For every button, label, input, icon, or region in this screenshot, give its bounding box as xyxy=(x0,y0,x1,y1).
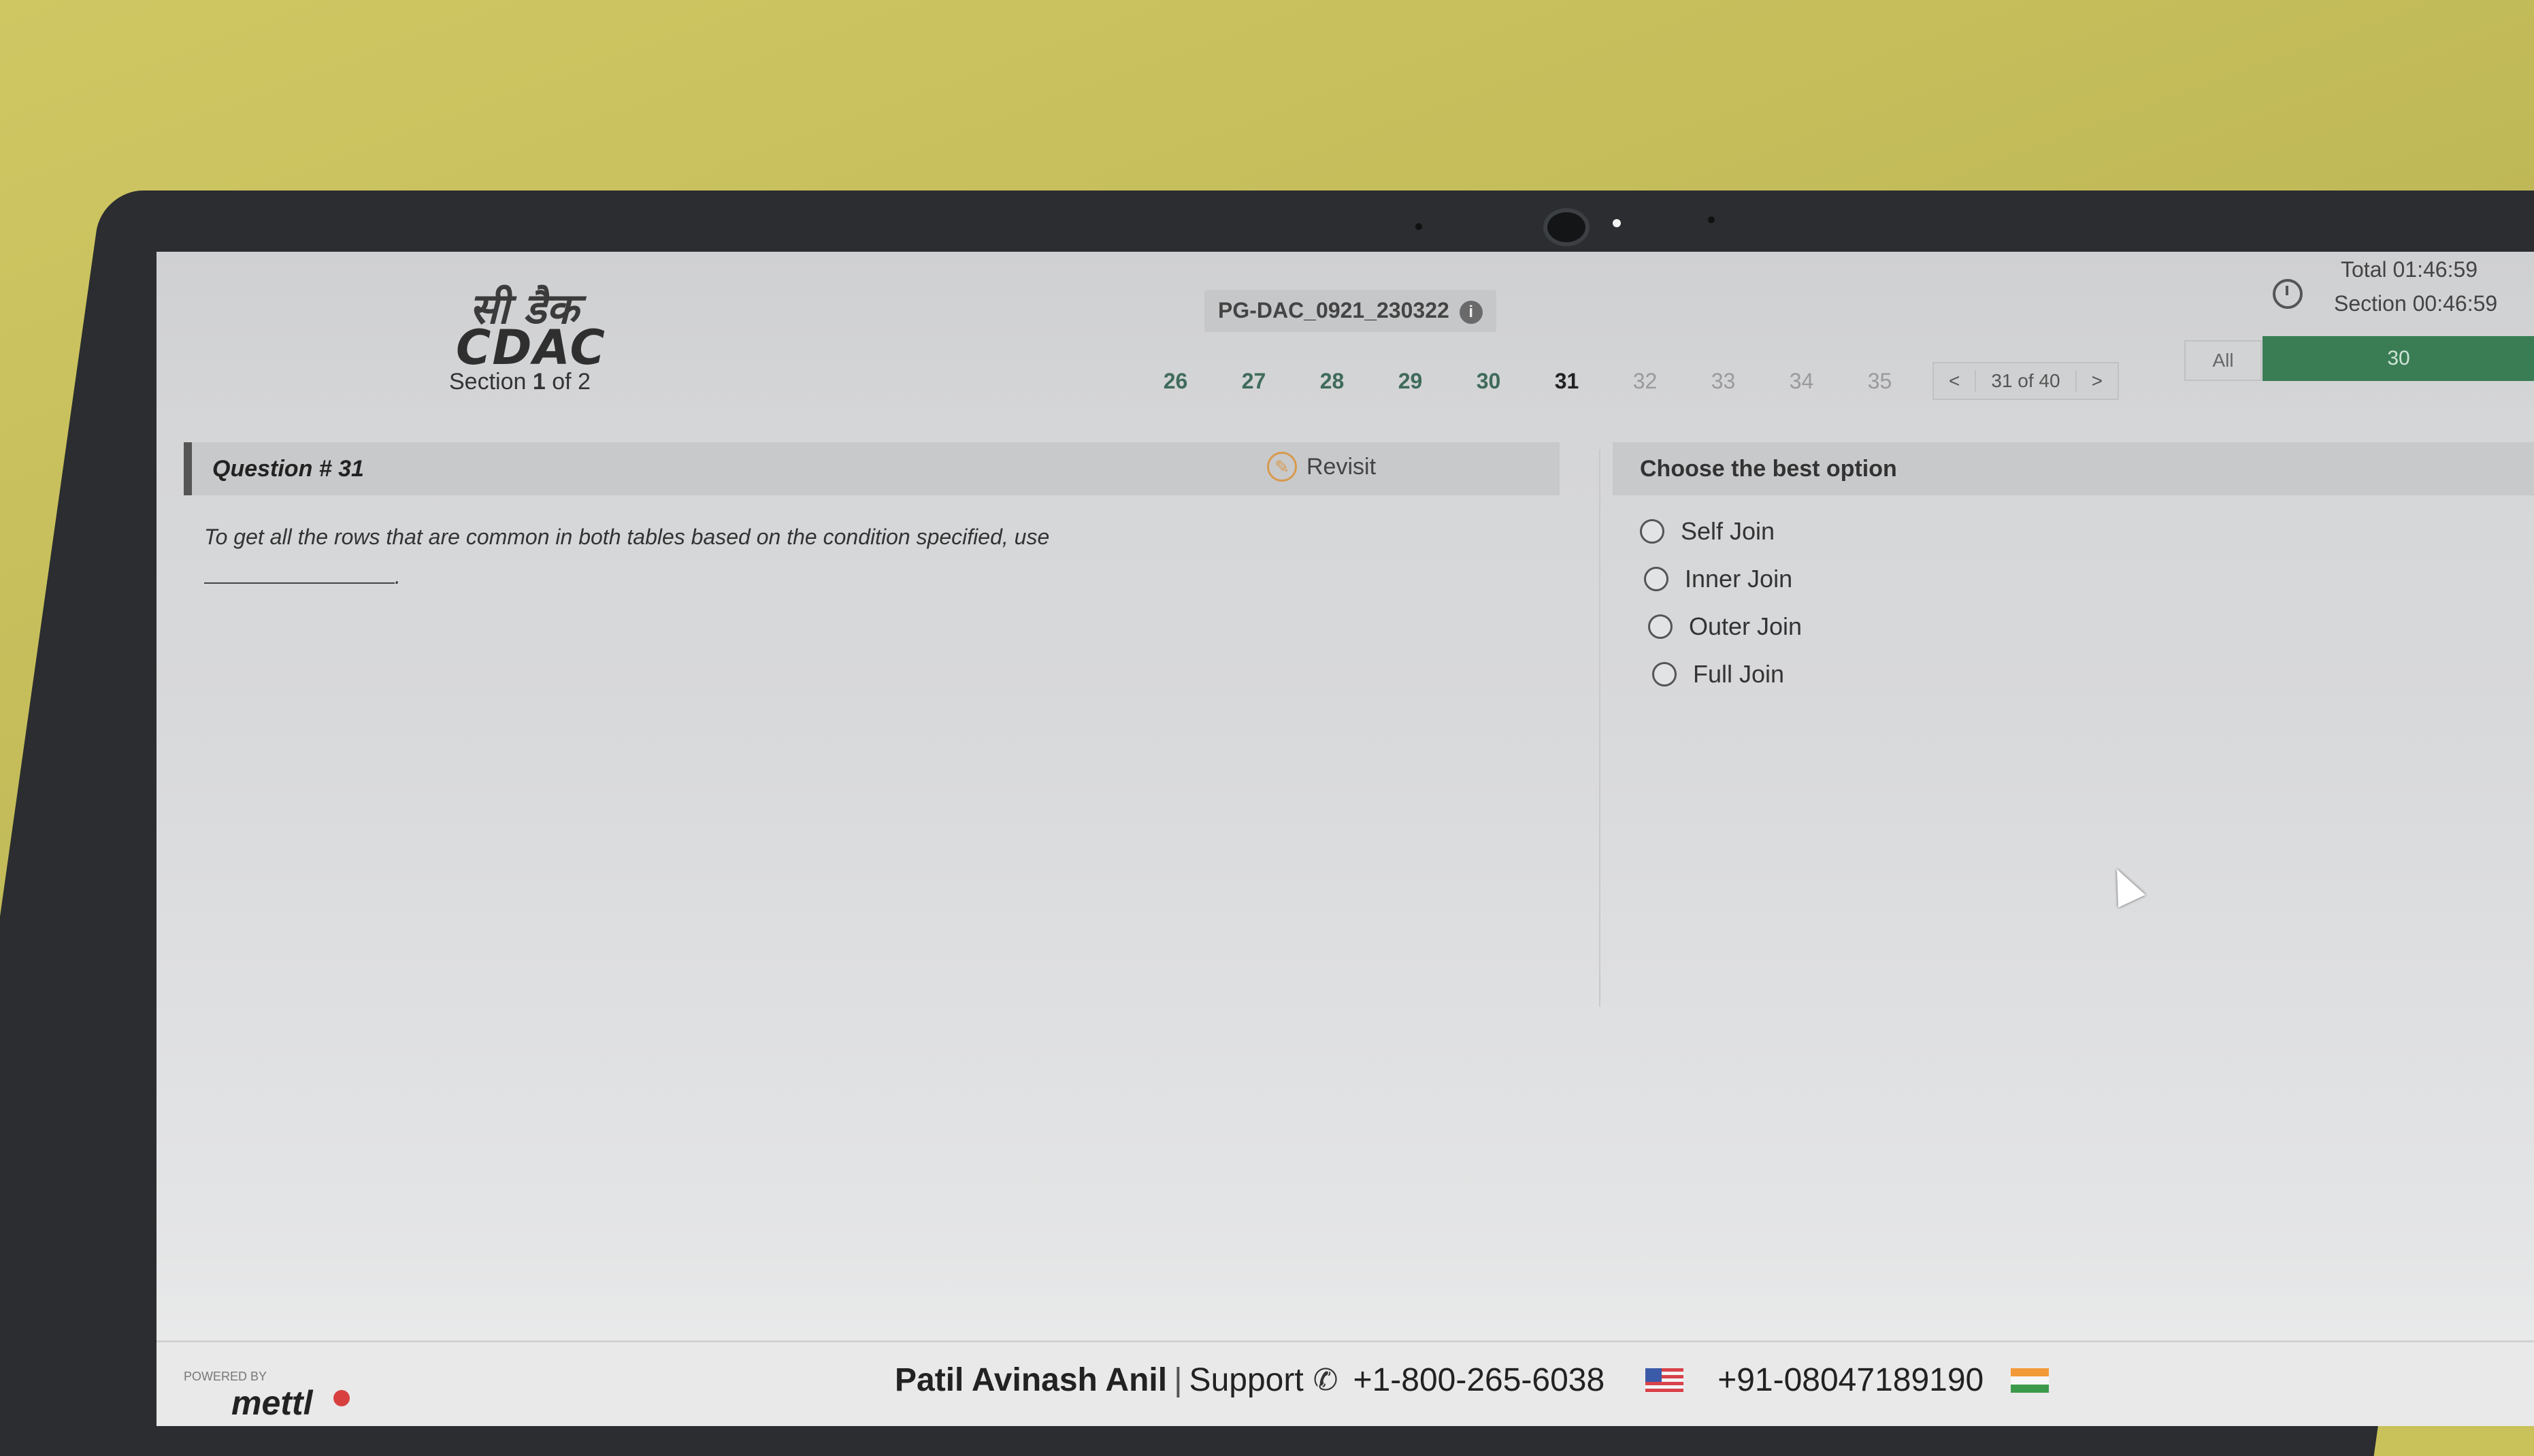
revisit-button[interactable]: ✎ Revisit xyxy=(1267,452,1376,482)
question-link-33[interactable]: 33 xyxy=(1684,369,1762,394)
question-link-30[interactable]: 30 xyxy=(1449,369,1528,394)
filter-all-button[interactable]: All xyxy=(2184,340,2262,381)
bezel-sensor-icon xyxy=(1708,216,1715,223)
separator: | xyxy=(1174,1362,1183,1398)
blank-suffix: . xyxy=(395,564,401,589)
question-pager: < 31 of 40 > xyxy=(1932,362,2119,400)
question-link-31[interactable]: 31 xyxy=(1528,369,1606,394)
phone-icon: ✆ xyxy=(1313,1363,1338,1397)
question-link-26[interactable]: 26 xyxy=(1136,369,1215,394)
section-current: 1 xyxy=(532,369,546,395)
exam-header: सी डैक CDAC Section 1 of 2 PG-DAC_0921_2… xyxy=(157,252,2534,408)
option-label: Full Join xyxy=(1693,660,1785,688)
timer-total: Total 01:46:59 xyxy=(2341,257,2478,282)
question-text-block: To get all the rows that are common in b… xyxy=(204,517,1538,596)
option-full-join[interactable]: Full Join xyxy=(1652,660,1784,689)
camera-led-icon xyxy=(1613,219,1621,227)
prev-question-button[interactable]: < xyxy=(1934,370,1975,392)
radio-button[interactable] xyxy=(1644,567,1668,591)
option-self-join[interactable]: Self Join xyxy=(1640,517,1775,546)
next-question-button[interactable]: > xyxy=(2077,370,2118,392)
question-link-34[interactable]: 34 xyxy=(1762,369,1841,394)
option-label: Inner Join xyxy=(1685,565,1793,593)
support-label: Support xyxy=(1189,1362,1304,1398)
powered-by-label: POWERED BY xyxy=(184,1370,267,1383)
section-suffix: of 2 xyxy=(552,369,591,395)
phone-us[interactable]: +1-800-265-6038 xyxy=(1353,1361,1605,1399)
revisit-label: Revisit xyxy=(1306,453,1377,480)
recording-indicator-icon xyxy=(333,1390,350,1406)
question-title: Question # 31 xyxy=(212,456,364,482)
question-header-bar: Question # 31 ✎ Revisit xyxy=(184,442,1560,495)
radio-button[interactable] xyxy=(1648,614,1673,639)
question-navigator: 26 27 28 29 30 31 32 33 34 35 < 31 of 40… xyxy=(1136,361,2119,401)
phone-in[interactable]: +91-08047189190 xyxy=(1717,1361,1984,1399)
pager-status: 31 of 40 xyxy=(1975,370,2077,392)
cdac-logo: CDAC xyxy=(456,320,606,376)
answered-count-filter[interactable]: 30 xyxy=(2262,336,2534,381)
answer-blank xyxy=(204,562,395,584)
question-link-32[interactable]: 32 xyxy=(1606,369,1684,394)
bezel-sensor-icon xyxy=(1415,223,1422,230)
question-link-27[interactable]: 27 xyxy=(1215,369,1293,394)
pencil-icon: ✎ xyxy=(1267,452,1297,482)
exam-code-badge[interactable]: PG-DAC_0921_230322 i xyxy=(1204,290,1496,332)
info-icon[interactable]: i xyxy=(1459,300,1483,324)
india-flag-icon xyxy=(2011,1368,2050,1393)
question-panel: Question # 31 ✎ Revisit To get all the r… xyxy=(184,442,1560,1123)
options-header-bar: Choose the best option xyxy=(1613,442,2534,495)
option-outer-join[interactable]: Outer Join xyxy=(1648,612,1802,641)
section-indicator: Section 1 of 2 xyxy=(449,369,591,395)
section-prefix: Section xyxy=(449,369,527,395)
radio-button[interactable] xyxy=(1640,519,1664,544)
question-link-28[interactable]: 28 xyxy=(1293,369,1371,394)
question-text: To get all the rows that are common in b… xyxy=(204,525,1050,549)
options-panel: Choose the best option Self Join Inner J… xyxy=(1613,442,2534,1055)
exam-screen: सी डैक CDAC Section 1 of 2 PG-DAC_0921_2… xyxy=(157,252,2534,1426)
timer-section: Section 00:46:59 xyxy=(2334,291,2498,316)
radio-button[interactable] xyxy=(1652,662,1677,686)
question-link-29[interactable]: 29 xyxy=(1371,369,1449,394)
option-inner-join[interactable]: Inner Join xyxy=(1644,565,1792,593)
candidate-name: Patil Avinash Anil xyxy=(895,1362,1168,1398)
question-link-35[interactable]: 35 xyxy=(1841,369,1919,394)
option-label: Self Join xyxy=(1681,517,1775,545)
webcam-icon xyxy=(1543,208,1590,246)
us-flag-icon xyxy=(1645,1368,1684,1393)
support-line: Patil Avinash Anil | Support ✆ +1-800-26… xyxy=(895,1361,2050,1399)
options-heading: Choose the best option xyxy=(1640,456,1897,482)
panel-divider xyxy=(1599,449,1600,1007)
option-label: Outer Join xyxy=(1689,612,1803,640)
mettl-logo: mettl xyxy=(231,1384,313,1422)
clock-icon xyxy=(2273,279,2303,309)
exam-code-text: PG-DAC_0921_230322 xyxy=(1218,298,1449,322)
footer-bar: POWERED BY mettl Patil Avinash Anil | Su… xyxy=(157,1340,2534,1426)
